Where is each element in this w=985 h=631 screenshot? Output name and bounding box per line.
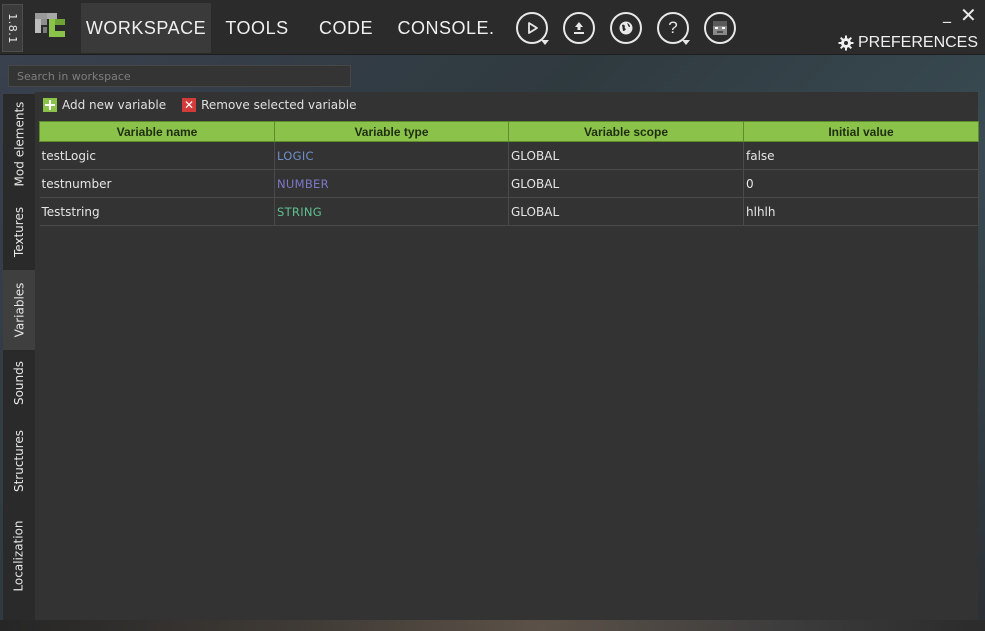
variable-scope-cell[interactable]: GLOBAL (508, 169, 744, 198)
sidebar-item-variables[interactable]: Variables (3, 270, 35, 350)
help-icon: ? (668, 18, 678, 37)
column-header-type[interactable]: Variable type (274, 121, 509, 142)
tab-workspace-label: WORKSPACE (85, 17, 207, 38)
export-icon (574, 22, 584, 34)
chevron-down-icon (682, 40, 690, 45)
sidebar-item-label: Variables (12, 282, 26, 338)
table-row[interactable]: testnumber NUMBER GLOBAL 0 (39, 169, 979, 198)
variable-value-cell[interactable]: hlhlh (743, 197, 979, 226)
variable-name-cell[interactable]: testnumber (39, 169, 275, 198)
remove-variable-label: Remove selected variable (201, 98, 357, 112)
gear-icon (838, 35, 854, 51)
variable-type-cell[interactable]: NUMBER (274, 169, 509, 198)
column-header-initial-value[interactable]: Initial value (743, 121, 979, 142)
sidebar: Mod elements Textures Variables Sounds S… (3, 94, 35, 620)
export-button[interactable] (563, 12, 595, 44)
search-input[interactable]: Search in workspace (8, 65, 351, 87)
tab-tools[interactable]: TOOLS (218, 3, 296, 53)
version-badge: 1.8.1 (2, 4, 23, 52)
help-button[interactable]: ? (657, 12, 690, 45)
tab-console[interactable]: CONSOLE. (394, 3, 498, 53)
close-button[interactable]: ✕ (960, 5, 977, 25)
top-bar: 1.8.1 WORKSPACE TOOLS CODE CONSOLE. ? _ … (0, 0, 985, 55)
variable-scope-cell[interactable]: GLOBAL (508, 197, 744, 226)
table-header-row: Variable name Variable type Variable sco… (39, 121, 979, 142)
sidebar-item-structures[interactable]: Structures (3, 416, 35, 506)
sidebar-item-label: Localization (12, 520, 27, 592)
sidebar-item-label: Textures (12, 206, 26, 258)
variable-value-cell[interactable]: 0 (743, 169, 979, 198)
sidebar-item-localization[interactable]: Localization (3, 506, 35, 606)
preferences-button[interactable]: PREFERENCES (838, 33, 978, 53)
variable-scope-cell[interactable]: GLOBAL (508, 141, 744, 170)
sidebar-item-label: Structures (12, 429, 27, 493)
app-logo-icon (35, 13, 65, 37)
account-button[interactable] (704, 12, 736, 44)
remove-icon: ✕ (182, 98, 197, 112)
variable-type-cell[interactable]: STRING (274, 197, 509, 226)
tab-code[interactable]: CODE (310, 3, 382, 53)
column-header-name[interactable]: Variable name (39, 121, 275, 142)
tab-workspace[interactable]: WORKSPACE (81, 3, 211, 53)
sidebar-item-label: Sounds (12, 360, 27, 406)
minimize-button[interactable]: _ (943, 4, 951, 23)
chevron-down-icon (541, 40, 549, 45)
sidebar-item-sounds[interactable]: Sounds (3, 350, 35, 416)
variables-panel: Add new variable ✕ Remove selected varia… (35, 92, 979, 620)
globe-icon (619, 21, 633, 35)
column-header-scope[interactable]: Variable scope (508, 121, 744, 142)
remove-variable-button[interactable]: ✕ Remove selected variable (182, 98, 356, 112)
add-variable-label: Add new variable (62, 98, 167, 112)
sidebar-item-textures[interactable]: Textures (3, 194, 35, 270)
table-row[interactable]: testLogic LOGIC GLOBAL false (39, 141, 979, 170)
preferences-label: PREFERENCES (858, 34, 979, 51)
add-variable-button[interactable]: Add new variable (43, 98, 166, 112)
tab-code-label: CODE (318, 17, 373, 38)
tab-console-label: CONSOLE. (397, 17, 495, 38)
variable-name-cell[interactable]: Teststring (39, 197, 275, 226)
run-icon (528, 22, 538, 34)
community-button[interactable] (610, 12, 642, 44)
variable-type-cell[interactable]: LOGIC (274, 141, 509, 170)
variable-value-cell[interactable]: false (743, 141, 979, 170)
variables-table: Variable name Variable type Variable sco… (39, 121, 979, 226)
sidebar-item-mod-elements[interactable]: Mod elements (3, 94, 35, 194)
background-strip (0, 620, 985, 631)
version-label: 1.8.1 (6, 12, 19, 44)
search-placeholder: Search in workspace (17, 70, 131, 83)
sidebar-item-label: Mod elements (12, 101, 26, 187)
variables-toolbar: Add new variable ✕ Remove selected varia… (43, 95, 356, 115)
account-icon (713, 21, 727, 35)
table-row[interactable]: Teststring STRING GLOBAL hlhlh (39, 197, 979, 226)
tab-tools-label: TOOLS (225, 17, 289, 38)
plus-icon (43, 98, 57, 112)
run-button[interactable] (516, 12, 549, 45)
variable-name-cell[interactable]: testLogic (39, 141, 275, 170)
